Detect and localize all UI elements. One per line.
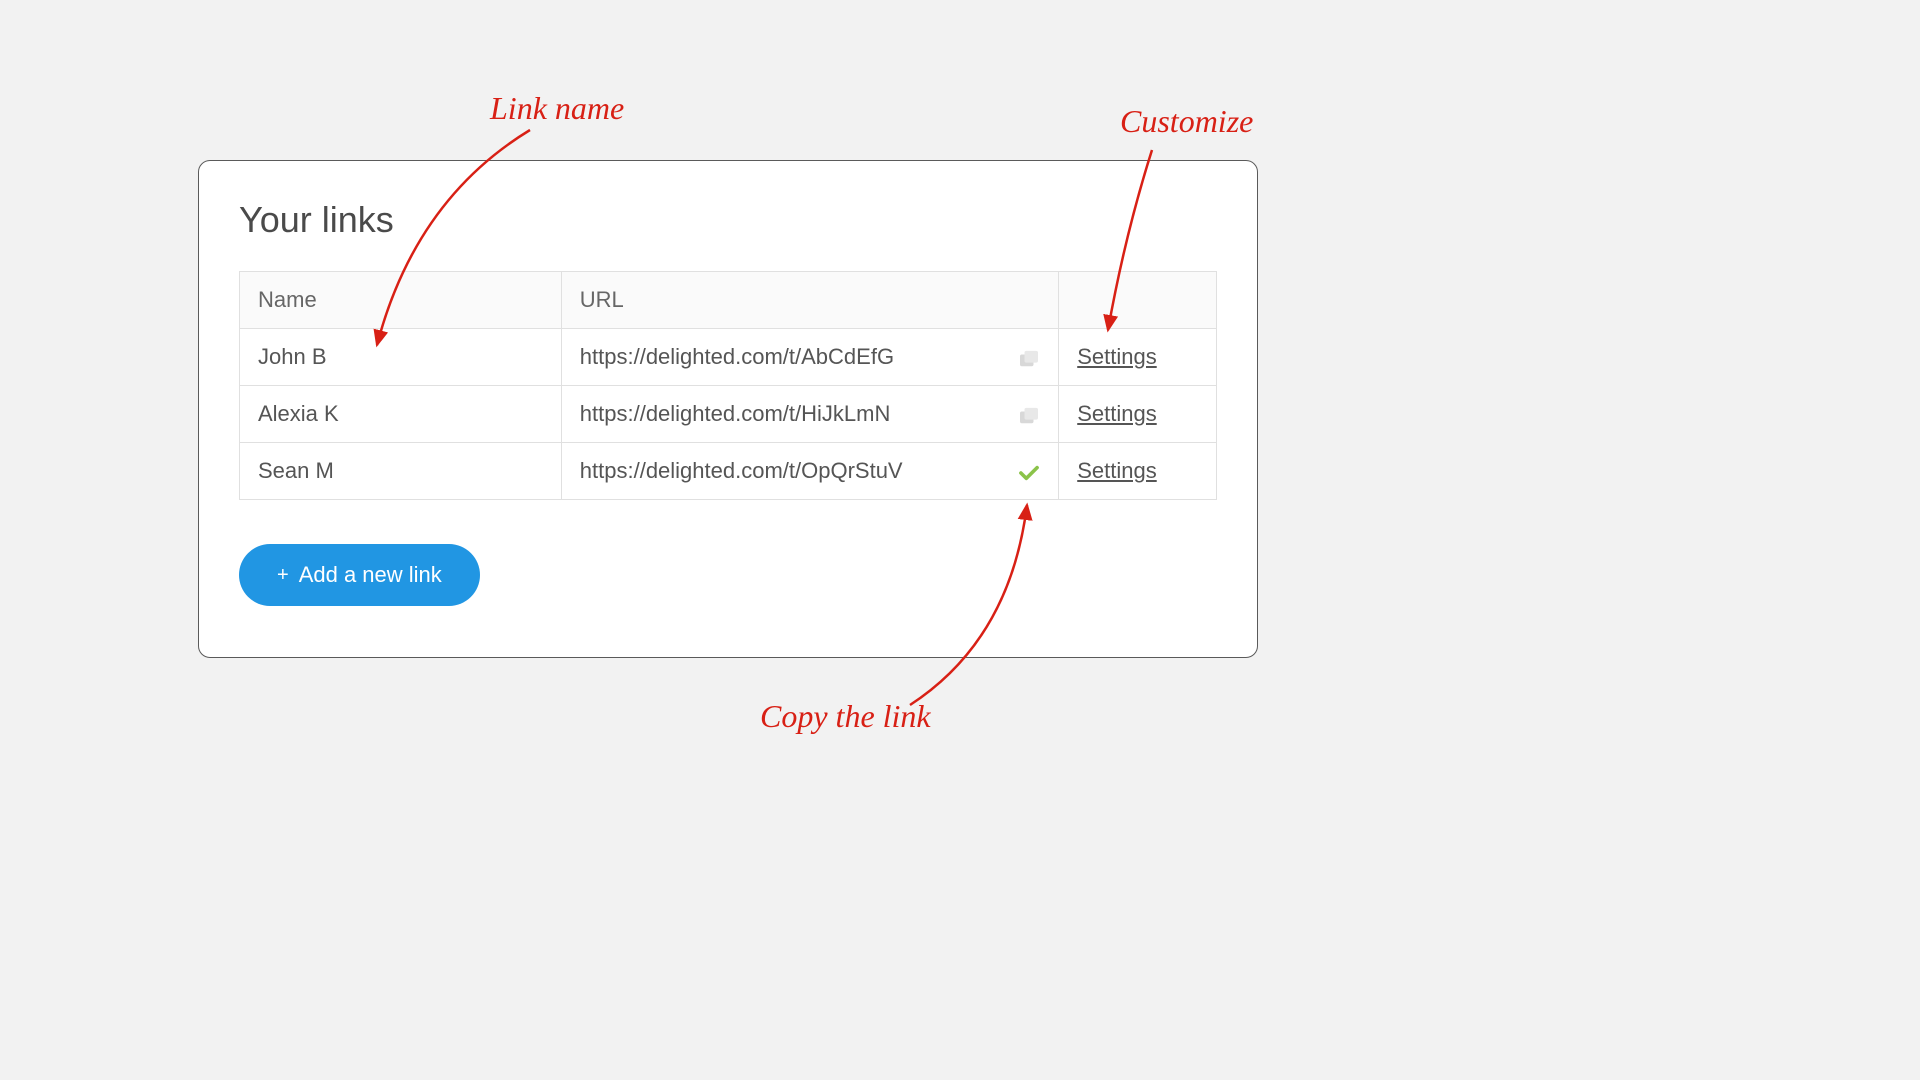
annotation-link-name: Link name	[490, 90, 624, 127]
link-url-text: https://delighted.com/t/OpQrStuV	[580, 458, 903, 484]
table-row: Sean M https://delighted.com/t/OpQrStuV …	[240, 443, 1217, 500]
table-row: Alexia K https://delighted.com/t/HiJkLmN	[240, 386, 1217, 443]
link-name-cell: Sean M	[240, 443, 562, 500]
settings-cell: Settings	[1059, 443, 1217, 500]
annotation-customize: Customize	[1120, 103, 1253, 140]
panel-title: Your links	[239, 199, 1217, 241]
settings-link[interactable]: Settings	[1077, 458, 1157, 483]
settings-cell: Settings	[1059, 329, 1217, 386]
settings-link[interactable]: Settings	[1077, 401, 1157, 426]
link-name-cell: John B	[240, 329, 562, 386]
add-button-label: Add a new link	[299, 562, 442, 588]
link-url-cell: https://delighted.com/t/OpQrStuV	[561, 443, 1058, 500]
column-header-settings	[1059, 272, 1217, 329]
link-url-cell: https://delighted.com/t/AbCdEfG	[561, 329, 1058, 386]
copy-icon[interactable]	[1018, 348, 1040, 366]
links-panel: Your links Name URL John B https://delig…	[198, 160, 1258, 658]
copy-icon[interactable]	[1018, 405, 1040, 423]
annotation-copy-link: Copy the link	[760, 698, 931, 735]
column-header-name: Name	[240, 272, 562, 329]
link-url-text: https://delighted.com/t/AbCdEfG	[580, 344, 894, 370]
link-url-cell: https://delighted.com/t/HiJkLmN	[561, 386, 1058, 443]
links-table: Name URL John B https://delighted.com/t/…	[239, 271, 1217, 500]
add-new-link-button[interactable]: + Add a new link	[239, 544, 480, 606]
table-header-row: Name URL	[240, 272, 1217, 329]
settings-cell: Settings	[1059, 386, 1217, 443]
table-row: John B https://delighted.com/t/AbCdEfG	[240, 329, 1217, 386]
settings-link[interactable]: Settings	[1077, 344, 1157, 369]
plus-icon: +	[277, 564, 289, 587]
column-header-url: URL	[561, 272, 1058, 329]
check-icon[interactable]	[1018, 462, 1040, 480]
link-url-text: https://delighted.com/t/HiJkLmN	[580, 401, 891, 427]
link-name-cell: Alexia K	[240, 386, 562, 443]
